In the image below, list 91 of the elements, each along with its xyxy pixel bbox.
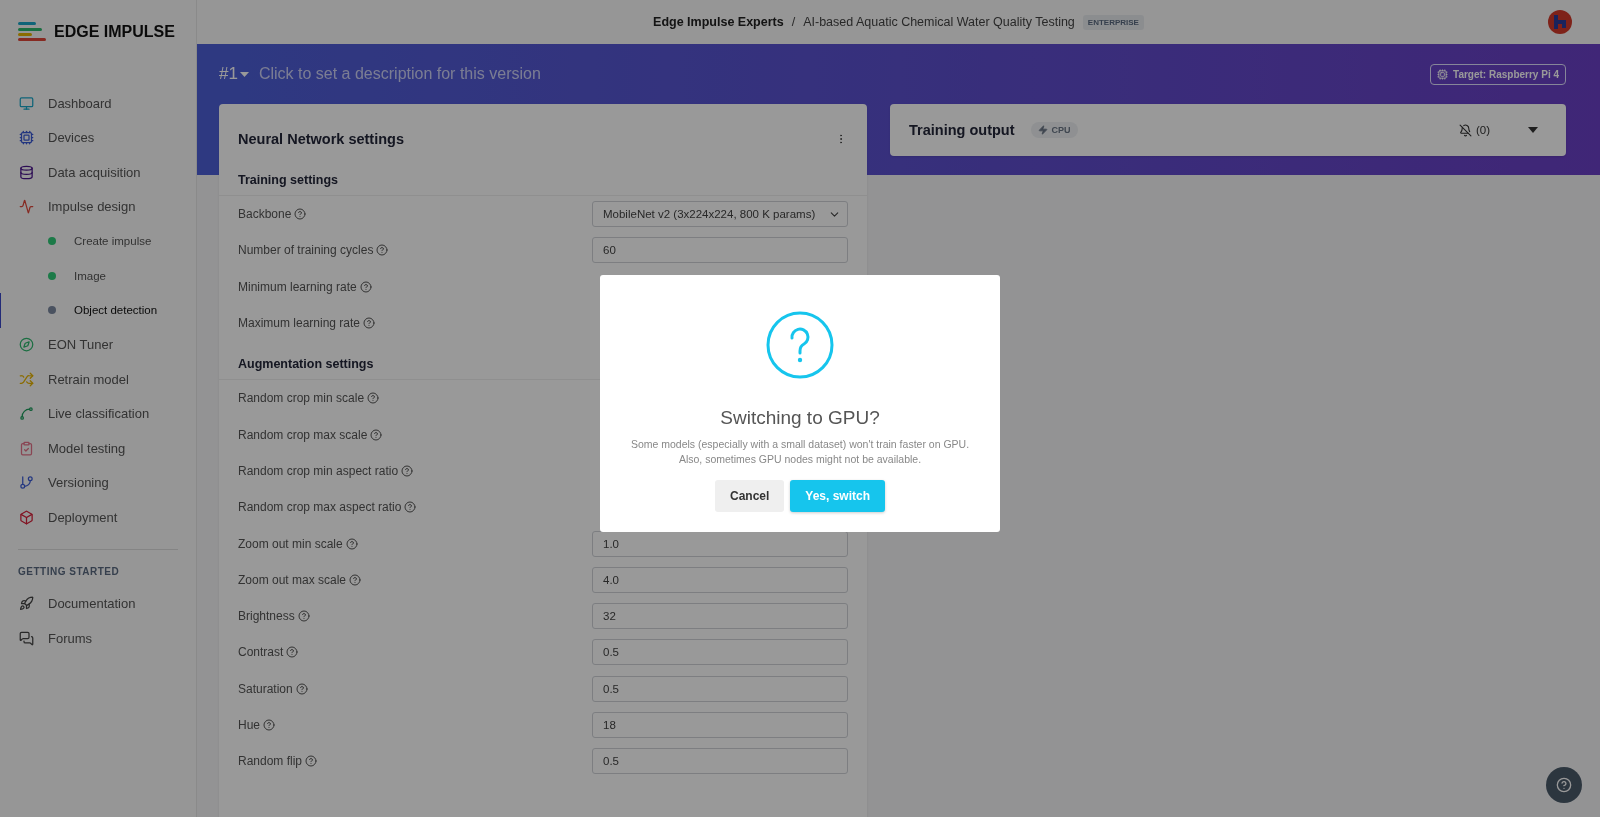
help-icon[interactable] bbox=[363, 317, 376, 330]
version-dropdown[interactable]: #1 bbox=[219, 64, 249, 84]
logo-text: EDGE IMPULSE bbox=[54, 23, 175, 41]
section-title: Training settings bbox=[219, 157, 867, 196]
nav-item[interactable]: EON Tuner bbox=[0, 327, 196, 362]
help-button[interactable] bbox=[1546, 767, 1582, 803]
caret-icon bbox=[239, 71, 249, 77]
nav-item[interactable]: Image bbox=[0, 258, 196, 293]
nav-item[interactable]: Object detection bbox=[0, 293, 196, 328]
field-label: Zoom out max scale bbox=[238, 572, 347, 587]
nav-item[interactable]: Forums bbox=[0, 621, 196, 656]
input-field[interactable]: 1.0 bbox=[592, 530, 848, 557]
field-label: Random flip bbox=[238, 754, 303, 769]
field-label: Minimum learning rate bbox=[238, 279, 357, 294]
nav-item[interactable]: Retrain model bbox=[0, 362, 196, 397]
help-icon[interactable] bbox=[345, 537, 358, 550]
field-label: Random crop min aspect ratio bbox=[238, 463, 399, 478]
clipboard-icon bbox=[19, 440, 34, 456]
chip-icon bbox=[1437, 68, 1449, 80]
field-label: Random crop max scale bbox=[238, 427, 368, 442]
card-title: Neural Network settings bbox=[238, 131, 404, 147]
help-icon[interactable] bbox=[305, 755, 318, 768]
logo-icon bbox=[18, 22, 46, 42]
field-label: Random crop min scale bbox=[238, 391, 365, 406]
help-icon[interactable] bbox=[263, 719, 275, 731]
chat-icon bbox=[19, 630, 34, 646]
nav-item[interactable]: Devices bbox=[0, 120, 196, 155]
dialog-message: Some models (especially with a small dataset) won't train faster on GPU. Also, sometimes GPU nodes might not be available. bbox=[630, 436, 970, 467]
help-icon[interactable] bbox=[404, 501, 417, 514]
avatar-icon[interactable] bbox=[1548, 10, 1572, 34]
organization-name[interactable]: Edge Impulse Experts bbox=[653, 15, 784, 29]
version-description[interactable]: Click to set a description for this version bbox=[258, 65, 1421, 83]
cpu-badge[interactable]: CPU bbox=[1030, 122, 1078, 138]
field-label: Brightness bbox=[238, 609, 295, 624]
help-icon[interactable] bbox=[349, 573, 362, 586]
rocket-icon bbox=[19, 596, 34, 612]
help-icon[interactable] bbox=[401, 464, 414, 477]
field-label: Backbone bbox=[238, 207, 292, 222]
cube-icon bbox=[19, 509, 34, 525]
nav-item[interactable]: Deployment bbox=[0, 500, 196, 535]
help-icon[interactable] bbox=[376, 244, 389, 257]
help-icon[interactable] bbox=[294, 208, 307, 221]
shuffle-icon bbox=[19, 371, 34, 387]
target-button[interactable]: Target: Raspberry Pi 4 bbox=[1430, 63, 1566, 85]
help-icon[interactable] bbox=[295, 682, 308, 695]
field-label: Hue bbox=[238, 718, 260, 732]
question-icon bbox=[766, 310, 834, 379]
nav-item[interactable]: Model testing bbox=[0, 431, 196, 466]
notifications-toggle[interactable]: (0) bbox=[1458, 123, 1490, 137]
field-label: Saturation bbox=[238, 681, 293, 696]
nav-item[interactable]: Documentation bbox=[0, 586, 196, 621]
input-field[interactable]: 0.5 bbox=[592, 748, 848, 775]
field-label: Contrast bbox=[238, 645, 284, 660]
input-field[interactable]: 18 bbox=[592, 712, 848, 738]
field-label: Number of training cycles bbox=[238, 243, 374, 258]
section-heading: GETTING STARTED bbox=[17, 565, 121, 579]
input-field[interactable]: 32 bbox=[592, 603, 848, 630]
nav-item[interactable]: Data acquisition bbox=[0, 155, 196, 190]
database-icon bbox=[19, 164, 34, 180]
project-name: AI-based Aquatic Chemical Water Quality Testing bbox=[803, 15, 1075, 29]
field-label: Random crop max aspect ratio bbox=[238, 500, 402, 515]
monitor-icon bbox=[19, 95, 34, 111]
help-icon[interactable] bbox=[359, 280, 372, 293]
input-field[interactable]: 0.5 bbox=[592, 675, 848, 702]
plan-badge: ENTERPRISE bbox=[1082, 14, 1144, 30]
input-field[interactable]: 4.0 bbox=[592, 566, 848, 593]
dialog-title: Switching to GPU? bbox=[720, 406, 880, 429]
curve-icon bbox=[19, 406, 34, 422]
nav-item[interactable]: Live classification bbox=[0, 396, 196, 431]
caret-icon[interactable] bbox=[1528, 127, 1538, 133]
nav-item[interactable]: Versioning bbox=[0, 465, 196, 500]
pulse-icon bbox=[19, 199, 34, 215]
card-title: Training output bbox=[909, 122, 1015, 138]
field-label: Maximum learning rate bbox=[238, 316, 361, 331]
help-icon[interactable] bbox=[297, 610, 310, 623]
help-icon bbox=[1556, 777, 1572, 793]
input-field[interactable]: 0.5 bbox=[592, 639, 848, 666]
nav-item[interactable]: Create impulse bbox=[0, 224, 196, 259]
backbone-select[interactable]: MobileNet v2 (3x224x224, 800 K params) bbox=[592, 201, 848, 228]
compass-icon bbox=[19, 337, 34, 353]
help-icon[interactable] bbox=[367, 392, 380, 405]
help-icon[interactable] bbox=[286, 646, 299, 659]
nav-item[interactable]: Dashboard bbox=[0, 86, 196, 121]
input-field[interactable]: 60 bbox=[592, 237, 848, 264]
cancel-button[interactable]: Cancel bbox=[714, 480, 785, 513]
branch-icon bbox=[19, 475, 34, 491]
field-label: Zoom out min scale bbox=[238, 536, 343, 551]
chip-icon bbox=[19, 130, 34, 146]
help-icon[interactable] bbox=[370, 428, 383, 441]
breadcrumb-separator: / bbox=[791, 15, 796, 29]
nav-item[interactable]: Impulse design bbox=[0, 189, 196, 224]
